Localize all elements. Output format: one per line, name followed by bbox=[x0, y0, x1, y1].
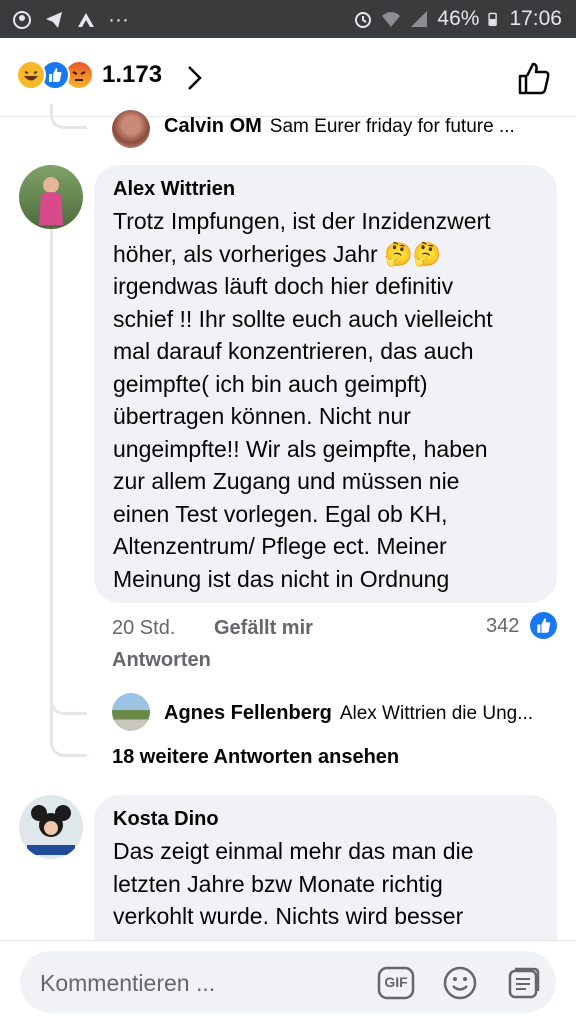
view-more-replies-link[interactable]: 18 weitere Antworten ansehen bbox=[112, 746, 399, 769]
thread-line bbox=[50, 180, 53, 745]
sticker-icon[interactable] bbox=[506, 965, 542, 1001]
comment-timestamp[interactable]: 20 Std. bbox=[112, 617, 175, 640]
reply-author: Calvin OM bbox=[164, 115, 262, 137]
avatar[interactable] bbox=[19, 165, 83, 229]
thread-connector bbox=[50, 720, 87, 757]
comment-composer: GIF bbox=[20, 951, 556, 1013]
thread-connector bbox=[50, 688, 87, 715]
comment-author[interactable]: Kosta Dino bbox=[113, 808, 219, 831]
gif-label: GIF bbox=[384, 974, 408, 990]
reactions-summary[interactable]: 1.173 bbox=[16, 60, 162, 90]
more-icon: ··· bbox=[108, 8, 129, 31]
messenger-icon bbox=[13, 11, 31, 29]
haha-reaction-icon bbox=[16, 60, 46, 90]
signal-icon bbox=[411, 11, 428, 27]
like-thumb-icon[interactable] bbox=[516, 60, 552, 96]
emoji-icon[interactable] bbox=[442, 965, 478, 1001]
reply-snippet: Sam Eurer friday for future ... bbox=[269, 115, 515, 137]
alarm-icon bbox=[355, 12, 372, 28]
like-badge-icon bbox=[530, 612, 557, 639]
telegram-icon bbox=[46, 12, 62, 28]
battery-icon bbox=[488, 12, 498, 26]
comment-composer-bar: GIF bbox=[0, 940, 576, 1025]
comment-bubble[interactable]: Alex Wittrien Trotz Impfungen, ist der I… bbox=[94, 165, 557, 603]
vpn-icon bbox=[78, 13, 94, 27]
comment-input[interactable] bbox=[38, 965, 372, 1001]
avatar[interactable] bbox=[112, 693, 150, 731]
wifi-icon bbox=[382, 12, 401, 27]
gif-button[interactable]: GIF bbox=[377, 965, 415, 1001]
like-button[interactable]: Gefällt mir bbox=[214, 617, 313, 640]
comment-text: Das zeigt einmal mehr das man die letzte… bbox=[113, 838, 474, 929]
avatar[interactable] bbox=[112, 110, 150, 148]
reaction-count: 1.173 bbox=[102, 61, 163, 88]
status-bar: ··· 46% 17:06 bbox=[0, 0, 576, 38]
reply-preview[interactable]: Calvin OM Sam Eurer friday for future ..… bbox=[164, 115, 515, 138]
battery-percent: 46% bbox=[437, 7, 480, 30]
comment-text: Trotz Impfungen, ist der Inzidenzwert hö… bbox=[113, 208, 493, 592]
clock: 17:06 bbox=[509, 7, 562, 30]
reply-preview[interactable]: Agnes Fellenberg Alex Wittrien die Ung..… bbox=[164, 702, 533, 725]
avatar[interactable] bbox=[19, 795, 83, 859]
thread-connector bbox=[50, 104, 87, 129]
comment-author[interactable]: Alex Wittrien bbox=[113, 178, 235, 201]
reply-button[interactable]: Antworten bbox=[112, 649, 211, 672]
like-count: 342 bbox=[486, 615, 520, 637]
reply-snippet: Alex Wittrien die Ung... bbox=[339, 702, 534, 724]
chevron-right-icon[interactable] bbox=[186, 64, 204, 92]
reply-author: Agnes Fellenberg bbox=[164, 702, 332, 724]
